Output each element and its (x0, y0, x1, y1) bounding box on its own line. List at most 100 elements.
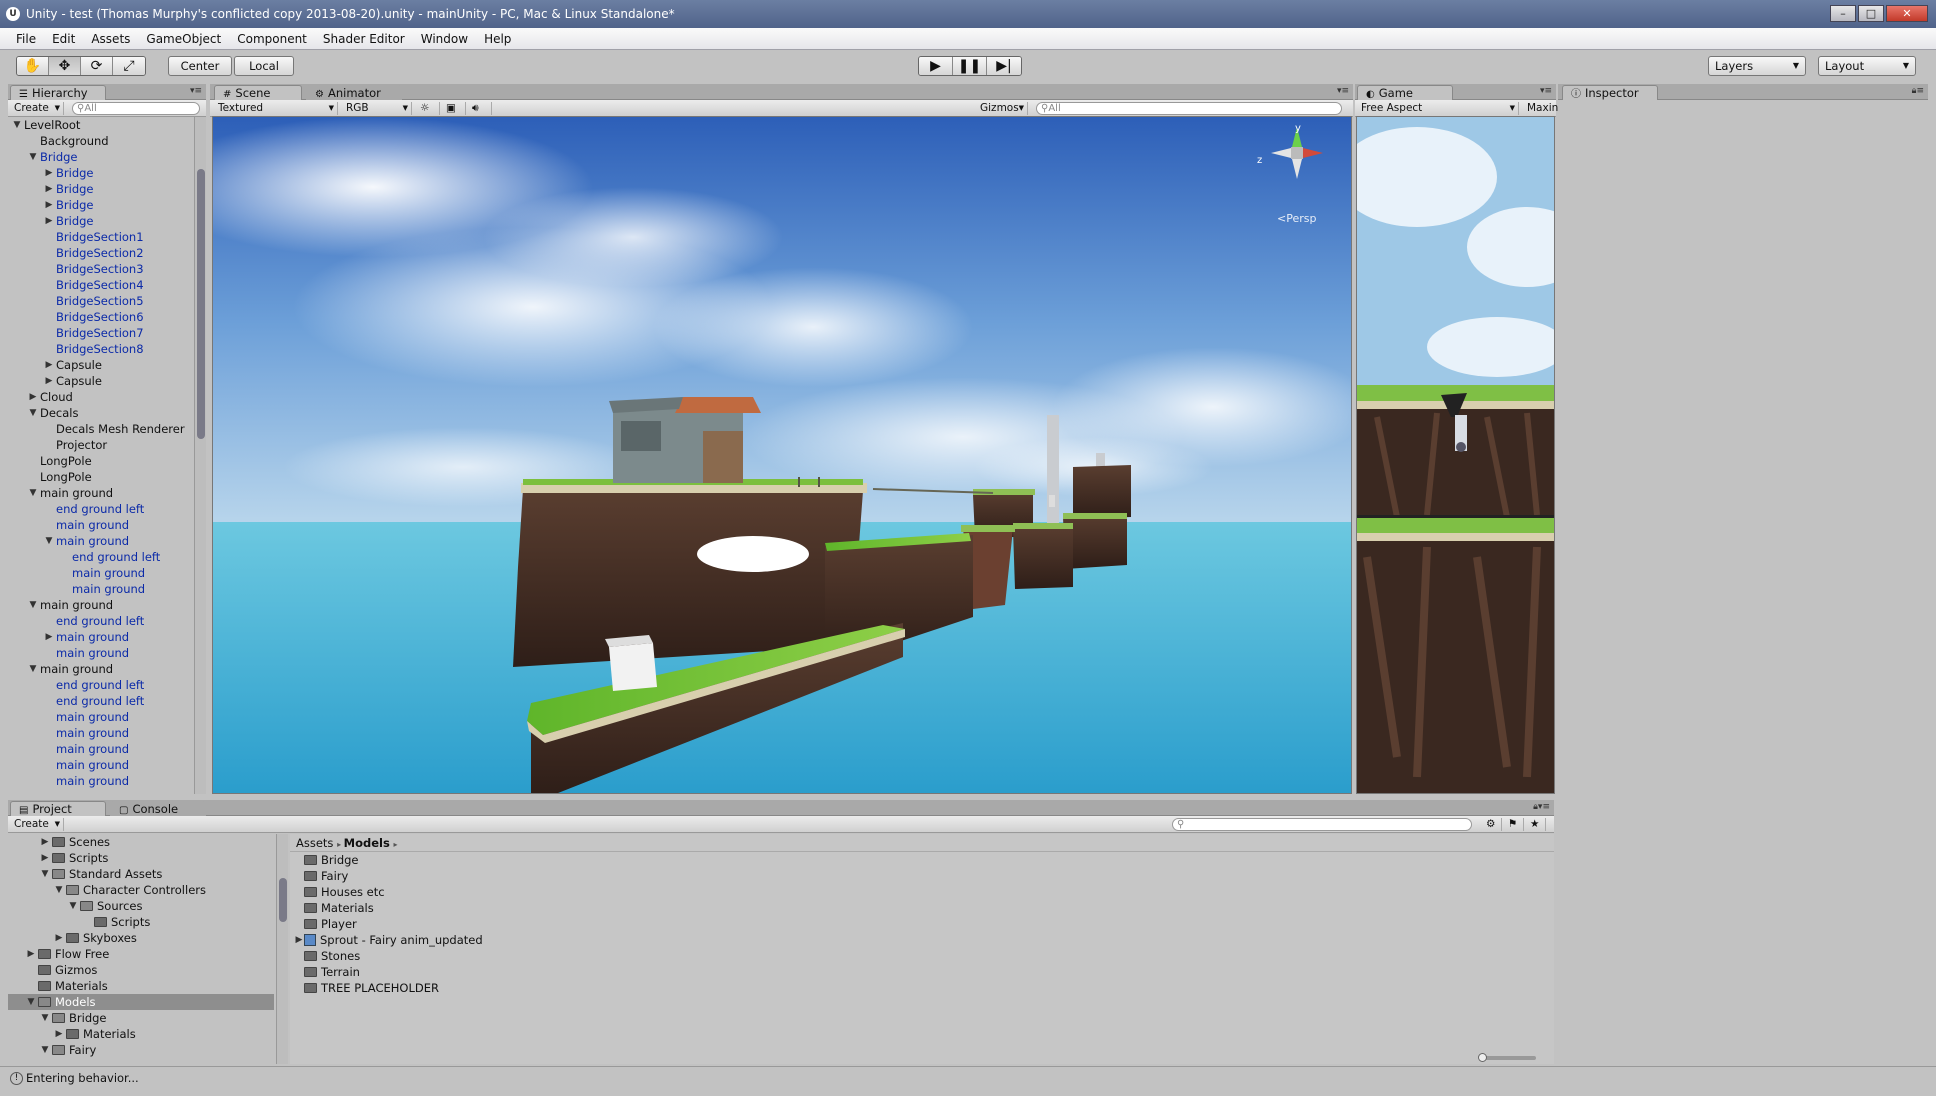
hierarchy-item[interactable]: ▶ Cloud (8, 389, 194, 405)
hierarchy-item[interactable]: end ground left (8, 693, 194, 709)
project-folder-item[interactable]: ▼ Bridge (8, 1010, 274, 1026)
project-search-input[interactable]: ⚲ (1172, 818, 1472, 831)
expand-arrow-open-icon[interactable]: ▼ (28, 149, 38, 165)
expand-arrow-closed-icon[interactable]: ▶ (54, 930, 64, 946)
slider-handle[interactable] (1478, 1053, 1487, 1062)
expand-arrow-closed-icon[interactable]: ▶ (294, 932, 304, 948)
expand-arrow-closed-icon[interactable]: ▶ (44, 357, 54, 373)
hierarchy-item[interactable]: ▶ Bridge (8, 181, 194, 197)
file-item[interactable]: TREE PLACEHOLDER (294, 980, 1554, 996)
file-item[interactable]: ▶ Sprout - Fairy anim_updated (294, 932, 1554, 948)
hierarchy-scroll-thumb[interactable] (197, 169, 205, 439)
layout-dropdown[interactable]: Layout ▼ (1818, 56, 1916, 76)
hierarchy-item[interactable]: ▶ Bridge (8, 165, 194, 181)
menu-edit[interactable]: Edit (44, 32, 83, 46)
expand-arrow-closed-icon[interactable]: ▶ (44, 373, 54, 389)
move-icon[interactable]: ✥ (49, 57, 81, 75)
tab-project[interactable]: ▤ Project (10, 801, 106, 816)
hand-icon[interactable]: ✋ (17, 57, 49, 75)
tab-inspector[interactable]: ⓘ Inspector (1562, 85, 1658, 100)
file-item[interactable]: Houses etc (294, 884, 1554, 900)
expand-arrow-open-icon[interactable]: ▼ (26, 994, 36, 1010)
hierarchy-item[interactable]: main ground (8, 565, 194, 581)
expand-arrow-closed-icon[interactable]: ▶ (28, 389, 38, 405)
lighting-toggle-icon[interactable]: ☼ (416, 102, 440, 115)
tab-scene[interactable]: # Scene (214, 85, 302, 100)
image-effects-icon[interactable]: ▣ (442, 102, 466, 115)
hierarchy-item[interactable]: Background (8, 133, 194, 149)
pivot-center-button[interactable]: Center (168, 56, 232, 76)
project-folder-item[interactable]: ▶ Skyboxes (8, 930, 274, 946)
breadcrumb-assets[interactable]: Assets (296, 836, 333, 850)
expand-arrow-closed-icon[interactable]: ▶ (26, 946, 36, 962)
expand-arrow-open-icon[interactable]: ▼ (28, 485, 38, 501)
hierarchy-item[interactable]: main ground (8, 741, 194, 757)
hierarchy-item[interactable]: BridgeSection8 (8, 341, 194, 357)
menu-component[interactable]: Component (229, 32, 315, 46)
expand-arrow-open-icon[interactable]: ▼ (28, 661, 38, 677)
hierarchy-item[interactable]: BridgeSection2 (8, 245, 194, 261)
aspect-dropdown[interactable]: Free Aspect ▼ (1357, 102, 1519, 115)
project-folder-item[interactable]: ▶ Scenes (8, 834, 274, 850)
project-folder-item[interactable]: ▶ Scripts (8, 850, 274, 866)
scene-search-input[interactable]: ⚲All (1036, 102, 1342, 115)
expand-arrow-open-icon[interactable]: ▼ (40, 1042, 50, 1058)
hierarchy-scrollbar[interactable] (194, 117, 206, 794)
expand-arrow-open-icon[interactable]: ▼ (28, 597, 38, 613)
hierarchy-item[interactable]: main ground (8, 517, 194, 533)
minimize-button[interactable]: – (1830, 5, 1856, 22)
hierarchy-item[interactable]: ▶ Capsule (8, 357, 194, 373)
game-panel-menu-icon[interactable]: ▾≡ (1540, 86, 1552, 96)
channel-dropdown[interactable]: RGB ▼ (342, 102, 412, 115)
project-tree-scrollbar[interactable] (276, 834, 288, 1064)
menu-help[interactable]: Help (476, 32, 519, 46)
expand-arrow-open-icon[interactable]: ▼ (54, 882, 64, 898)
expand-arrow-closed-icon[interactable]: ▶ (44, 213, 54, 229)
hierarchy-item[interactable]: BridgeSection6 (8, 309, 194, 325)
menu-window[interactable]: Window (413, 32, 476, 46)
pause-icon[interactable]: ❚❚ (953, 57, 987, 75)
hierarchy-item[interactable]: main ground (8, 725, 194, 741)
pivot-local-button[interactable]: Local (234, 56, 294, 76)
hierarchy-item[interactable]: main ground (8, 773, 194, 789)
menu-file[interactable]: File (8, 32, 44, 46)
file-item[interactable]: Fairy (294, 868, 1554, 884)
lock-icon[interactable]: 🔒︎≡ (1912, 86, 1924, 96)
hierarchy-item[interactable]: main ground (8, 757, 194, 773)
hierarchy-item[interactable]: end ground left (8, 501, 194, 517)
hierarchy-item[interactable]: ▼ Bridge (8, 149, 194, 165)
project-folder-item[interactable]: ▼ Models (8, 994, 274, 1010)
project-folder-item[interactable]: ▼ Sources (8, 898, 274, 914)
scene-panel-menu-icon[interactable]: ▾≡ (1337, 86, 1349, 96)
maximize-button[interactable]: □ (1858, 5, 1884, 22)
hierarchy-item[interactable]: BridgeSection4 (8, 277, 194, 293)
hierarchy-item[interactable]: main ground (8, 581, 194, 597)
file-item[interactable]: Player (294, 916, 1554, 932)
favorite-star-icon[interactable]: ★ (1526, 818, 1546, 831)
hierarchy-item[interactable]: BridgeSection5 (8, 293, 194, 309)
hierarchy-create-dropdown[interactable]: Create ▼ (10, 102, 64, 115)
hierarchy-item[interactable]: BridgeSection7 (8, 325, 194, 341)
expand-arrow-closed-icon[interactable]: ▶ (54, 1026, 64, 1042)
game-viewport[interactable] (1356, 116, 1555, 794)
expand-arrow-open-icon[interactable]: ▼ (28, 405, 38, 421)
scale-icon[interactable]: ⤢ (113, 57, 145, 75)
expand-arrow-open-icon[interactable]: ▼ (40, 1010, 50, 1026)
expand-arrow-open-icon[interactable]: ▼ (40, 866, 50, 882)
expand-arrow-open-icon[interactable]: ▼ (44, 533, 54, 549)
breadcrumb-models[interactable]: Models (344, 836, 390, 850)
hierarchy-item[interactable]: LongPole (8, 453, 194, 469)
project-folder-item[interactable]: ▼ Standard Assets (8, 866, 274, 882)
hierarchy-item[interactable]: BridgeSection1 (8, 229, 194, 245)
step-icon[interactable]: ▶| (987, 57, 1021, 75)
audio-toggle-icon[interactable]: 🔊︎ (468, 102, 492, 115)
hierarchy-item[interactable]: ▶ Bridge (8, 213, 194, 229)
project-folder-item[interactable]: ▼ Fairy (8, 1042, 274, 1058)
layers-dropdown[interactable]: Layers ▼ (1708, 56, 1806, 76)
project-folder-item[interactable]: Scripts (8, 914, 274, 930)
tab-console[interactable]: ▢ Console (110, 801, 206, 816)
project-folder-item[interactable]: ▶ Materials (8, 1026, 274, 1042)
project-create-dropdown[interactable]: Create ▼ (10, 818, 64, 831)
hierarchy-search-input[interactable]: ⚲All (72, 102, 200, 115)
project-folder-item[interactable]: Gizmos (8, 962, 274, 978)
